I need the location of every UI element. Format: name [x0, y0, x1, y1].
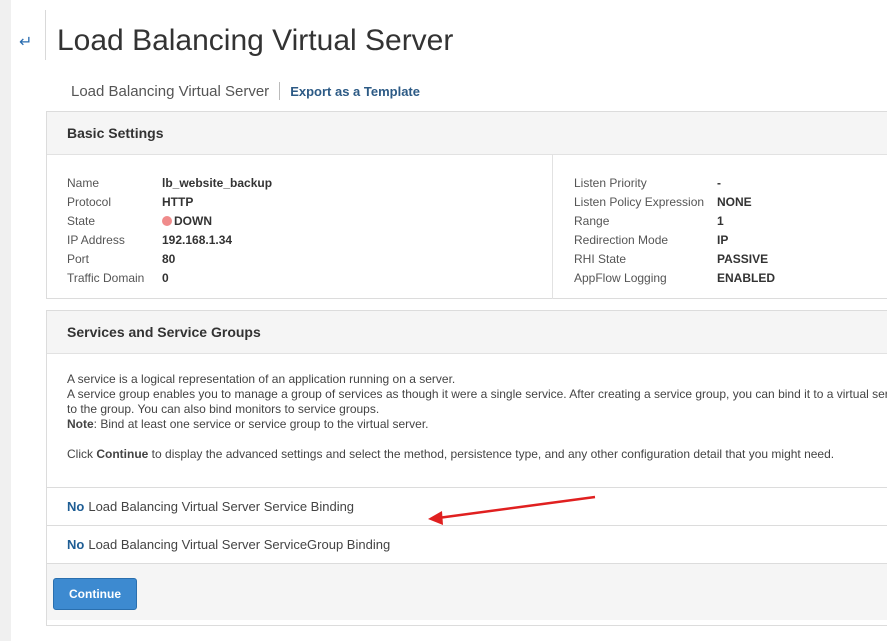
divider	[45, 10, 46, 60]
setting-listen-priority: Listen Priority -	[574, 175, 721, 190]
breadcrumb-current: Load Balancing Virtual Server	[71, 82, 270, 100]
service-binding-label: Load Balancing Virtual Server Service Bi…	[88, 499, 355, 514]
servicegroup-binding-no-link[interactable]: No	[67, 537, 84, 552]
services-title: Services and Service Groups	[47, 311, 887, 354]
basic-settings-right: Listen Priority - Listen Policy Expressi…	[554, 155, 887, 299]
back-arrow-icon[interactable]: ↵	[19, 34, 39, 52]
setting-appflow-logging: AppFlow Logging ENABLED	[574, 270, 776, 285]
setting-protocol: Protocol HTTP	[67, 194, 194, 209]
servicegroup-binding-row[interactable]: No Load Balancing Virtual Server Service…	[47, 525, 887, 563]
basic-settings-left: Name lb_website_backup Protocol HTTP Sta…	[47, 155, 553, 299]
setting-port: Port 80	[67, 251, 176, 266]
continue-button[interactable]: Continue	[53, 578, 137, 610]
setting-redirection-mode: Redirection Mode IP	[574, 232, 729, 247]
services-footer: Continue	[47, 563, 887, 620]
breadcrumb-separator	[279, 82, 281, 100]
setting-ip-address: IP Address 192.168.1.34	[67, 232, 233, 247]
export-template-link[interactable]: Export as a Template	[290, 84, 420, 99]
basic-settings-panel: Basic Settings Name lb_website_backup Pr…	[46, 111, 887, 299]
services-panel: Services and Service Groups A service is…	[46, 310, 887, 626]
setting-rhi-state: RHI State PASSIVE	[574, 251, 769, 266]
basic-settings-title: Basic Settings	[47, 112, 887, 155]
status-down-icon	[162, 215, 172, 226]
page: ↵ Load Balancing Virtual Server Load Bal…	[11, 0, 887, 641]
service-binding-no-link[interactable]: No	[67, 499, 84, 514]
setting-name: Name lb_website_backup	[67, 175, 273, 190]
servicegroup-binding-label: Load Balancing Virtual Server ServiceGro…	[88, 537, 391, 552]
service-binding-row[interactable]: No Load Balancing Virtual Server Service…	[47, 487, 887, 525]
page-title: Load Balancing Virtual Server	[57, 24, 454, 57]
breadcrumb: Load Balancing Virtual Server Export as …	[71, 82, 420, 100]
setting-range: Range 1	[574, 213, 724, 228]
services-description: A service is a logical representation of…	[67, 372, 887, 461]
setting-state: State DOWN	[67, 213, 212, 228]
setting-traffic-domain: Traffic Domain 0	[67, 270, 169, 285]
state-value: DOWN	[174, 213, 212, 228]
setting-listen-policy: Listen Policy Expression NONE	[574, 194, 752, 209]
